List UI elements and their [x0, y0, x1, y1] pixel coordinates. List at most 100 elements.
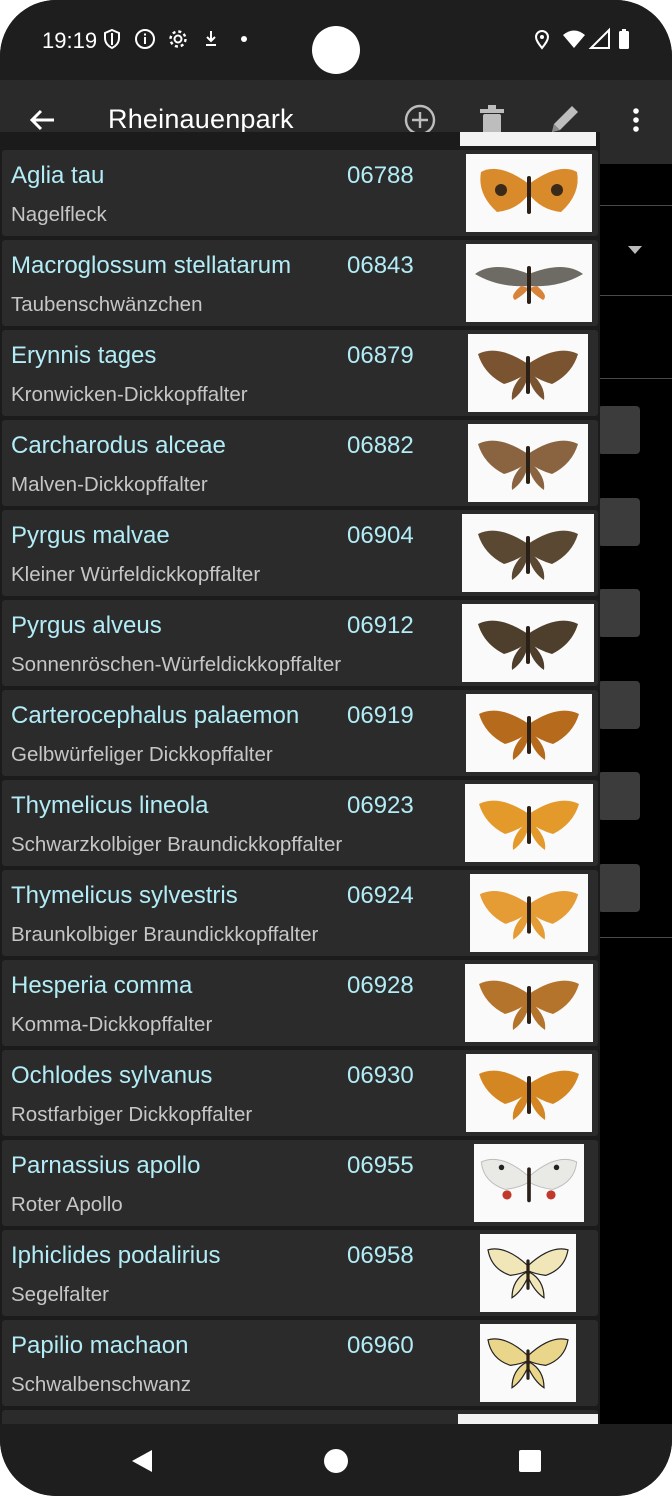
butterfly-thumbnail	[466, 1054, 592, 1132]
common-name: Taubenschwänzchen	[11, 293, 203, 316]
species-list-item[interactable]: Iphiclides podalirius 06958 Segelfalter	[2, 1230, 598, 1316]
home-circle-icon[interactable]	[321, 1446, 351, 1476]
scientific-name: Parnassius apollo	[11, 1152, 201, 1179]
status-time: 19:19	[42, 28, 98, 53]
scientific-name: Thymelicus lineola	[11, 792, 209, 819]
species-list-item[interactable]: Thymelicus lineola 06923 Schwarzkolbiger B…	[2, 780, 598, 866]
scientific-name: Hesperia comma	[11, 972, 193, 999]
species-list-item[interactable]: Pyrgus alveus 06912 Sonnenröschen-Würfeldi…	[2, 600, 598, 686]
species-number: 06923	[347, 792, 414, 819]
species-number: 06924	[347, 882, 414, 909]
species-number: 06955	[347, 1152, 414, 1179]
butterfly-thumbnail	[474, 1144, 584, 1222]
shield-icon	[100, 27, 124, 51]
species-list-item[interactable]: Macroglossum stellatarum 06843 Taubenschwä…	[2, 240, 598, 326]
scientific-name: Carcharodus alceae	[11, 432, 226, 459]
navigation-bar	[0, 1424, 672, 1496]
partial-thumbnail-top	[460, 132, 596, 146]
scientific-name: Pyrgus alveus	[11, 612, 162, 639]
page-title: Rheinauenpark	[108, 104, 294, 134]
common-name: Schwarzkolbiger Braundickkopffalter	[11, 833, 343, 856]
butterfly-thumbnail	[480, 1234, 576, 1312]
species-number: 06843	[347, 252, 414, 279]
recents-square-icon[interactable]	[515, 1446, 545, 1476]
species-number: 06788	[347, 162, 414, 189]
common-name: Rostfarbiger Dickkopffalter	[11, 1103, 253, 1126]
butterfly-thumbnail	[462, 514, 594, 592]
chevron-down-icon	[628, 246, 642, 254]
signal-icon	[588, 27, 612, 51]
species-list-item[interactable]: Carcharodus alceae 06882 Malven-Dickkopffa…	[2, 420, 598, 506]
common-name: Roter Apollo	[11, 1193, 123, 1216]
divider	[600, 295, 672, 296]
common-name: Schwalbenschwanz	[11, 1373, 192, 1396]
download-icon	[199, 27, 223, 51]
species-list-item[interactable]: Pyrgus malvae 06904 Kleiner Würfeldickkopf…	[2, 510, 598, 596]
butterfly-thumbnail	[466, 244, 592, 322]
butterfly-thumbnail	[480, 1324, 576, 1402]
scientific-name: Ochlodes sylvanus	[11, 1062, 213, 1089]
divider	[600, 378, 672, 379]
species-list-item[interactable]: Ochlodes sylvanus 06930 Rostfarbiger Dickk…	[2, 1050, 598, 1136]
species-number: 06904	[347, 522, 414, 549]
background-button	[598, 772, 640, 820]
back-triangle-icon[interactable]	[128, 1446, 158, 1476]
butterfly-thumbnail	[468, 334, 588, 412]
butterfly-thumbnail	[465, 784, 593, 862]
species-list-item[interactable]: Papilio machaon 06960 Schwalbenschwanz	[2, 1320, 598, 1406]
species-list-item-partial[interactable]	[2, 1410, 598, 1424]
butterfly-thumbnail	[465, 964, 593, 1042]
scientific-name: Pyrgus malvae	[11, 522, 170, 549]
species-list-item[interactable]: Thymelicus sylvestris 06924 Braunkolbiger …	[2, 870, 598, 956]
species-dropdown-list[interactable]: Aglia tau 06788 Nagelfleck Macroglossum ste…	[0, 132, 600, 1424]
scientific-name: Thymelicus sylvestris	[11, 882, 238, 909]
scientific-name: Carterocephalus palaemon	[11, 702, 300, 729]
common-name: Komma-Dickkopffalter	[11, 1013, 213, 1036]
common-name: Braunkolbiger Braundickkopffalter	[11, 923, 319, 946]
common-name: Gelbwürfeliger Dickkopffalter	[11, 743, 273, 766]
species-list-item[interactable]: Aglia tau 06788 Nagelfleck	[2, 150, 598, 236]
common-name: Malven-Dickkopffalter	[11, 473, 208, 496]
scientific-name: Papilio machaon	[11, 1332, 189, 1359]
common-name: Kleiner Würfeldickkopffalter	[11, 563, 261, 586]
background-button	[598, 498, 640, 546]
butterfly-thumbnail	[466, 154, 592, 232]
butterfly-thumbnail	[470, 874, 588, 952]
common-name: Nagelfleck	[11, 203, 107, 226]
scientific-name: Erynnis tages	[11, 342, 157, 369]
butterfly-thumbnail	[466, 694, 592, 772]
divider	[600, 205, 672, 206]
scientific-name: Macroglossum stellatarum	[11, 252, 292, 279]
species-number: 06919	[347, 702, 414, 729]
species-list-item[interactable]: Parnassius apollo 06955 Roter Apollo	[2, 1140, 598, 1226]
species-number: 06912	[347, 612, 414, 639]
common-name: Segelfalter	[11, 1283, 110, 1306]
divider	[600, 937, 672, 938]
species-number: 06928	[347, 972, 414, 999]
info-icon	[133, 27, 157, 51]
species-number: 06960	[347, 1332, 414, 1359]
scientific-name: Iphiclides podalirius	[11, 1242, 221, 1269]
common-name: Sonnenröschen-Würfeldickkopffalter	[11, 653, 342, 676]
front-camera	[312, 26, 360, 74]
background-button	[598, 864, 640, 912]
butterfly-thumbnail	[462, 604, 594, 682]
location-icon	[530, 27, 554, 51]
species-list-item[interactable]: Carterocephalus palaemon 06919 Gelbwürfeli…	[2, 690, 598, 776]
butterfly-thumbnail	[468, 424, 588, 502]
background-button	[598, 406, 640, 454]
common-name: Kronwicken-Dickkopffalter	[11, 383, 248, 406]
species-number: 06882	[347, 432, 414, 459]
status-bar: 19:19	[0, 0, 672, 80]
species-number: 06958	[347, 1242, 414, 1269]
species-list-item[interactable]: Hesperia comma 06928 Komma-Dickkopffalter	[2, 960, 598, 1046]
species-number: 06879	[347, 342, 414, 369]
battery-icon	[612, 27, 636, 51]
species-list-item[interactable]: Erynnis tages 06879 Kronwicken-Dickkopffal…	[2, 330, 598, 416]
wifi-icon	[562, 27, 586, 51]
background-button	[598, 589, 640, 637]
phone-frame: 19:19 Rheinauenpark Aglia tau 06788 Nage…	[0, 0, 672, 1496]
species-number: 06930	[347, 1062, 414, 1089]
dot-icon	[232, 27, 256, 51]
more-vert-icon[interactable]	[618, 102, 654, 138]
